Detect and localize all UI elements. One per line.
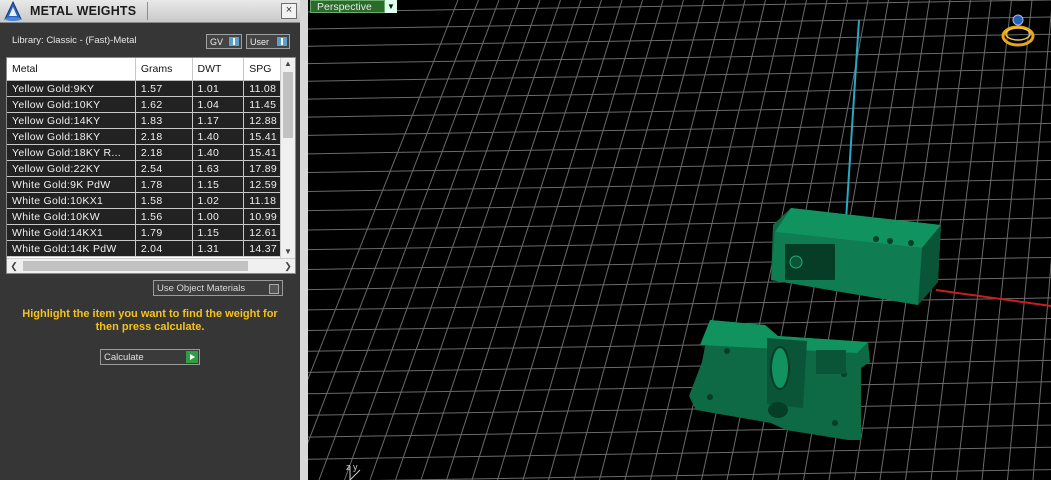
gv-toggle-label: GV bbox=[210, 37, 224, 47]
table-cell: White Gold:14KX1 bbox=[7, 224, 136, 241]
viewport-mode-label: Perspective bbox=[317, 1, 372, 13]
table-header-row: Metal Grams DWT SPG bbox=[7, 58, 295, 81]
panel-title: METAL WEIGHTS bbox=[30, 4, 137, 18]
app-logo-icon bbox=[4, 0, 22, 21]
table-cell: 1.78 bbox=[135, 176, 193, 193]
use-object-materials-label: Use Object Materials bbox=[157, 283, 246, 294]
table-cell: Yellow Gold:10KY bbox=[7, 96, 136, 113]
horizontal-scrollbar[interactable]: ❮ ❯ bbox=[7, 258, 295, 273]
panel-titlebar[interactable]: METAL WEIGHTS × bbox=[0, 0, 300, 23]
panel-splitter[interactable] bbox=[300, 0, 308, 480]
table-cell: Yellow Gold:22KY bbox=[7, 160, 136, 177]
horizontal-scroll-thumb[interactable] bbox=[23, 261, 248, 271]
gv-toggle[interactable]: GV bbox=[206, 34, 242, 49]
table-cell: White Gold:9K PdW bbox=[7, 176, 136, 193]
metal-table[interactable]: Metal Grams DWT SPG Yellow Gold:9KY 1.57 1… bbox=[6, 57, 296, 274]
instruction-text: Highlight the item you want to find the … bbox=[22, 308, 278, 333]
z-axis-line bbox=[845, 19, 860, 221]
table-cell: Yellow Gold:18KY R... bbox=[7, 144, 136, 161]
table-cell: 1.15 bbox=[192, 224, 245, 241]
table-row[interactable]: Yellow Gold:18KY R... 2.18 1.40 15.41 bbox=[7, 144, 295, 161]
table-cell: 1.40 bbox=[192, 144, 245, 161]
metal-grid: Metal Grams DWT SPG Yellow Gold:9KY 1.57 1… bbox=[7, 58, 295, 257]
table-cell: 1.56 bbox=[135, 208, 193, 225]
table-row[interactable]: White Gold:9K PdW 1.78 1.15 12.59 bbox=[7, 176, 295, 193]
table-row[interactable]: Yellow Gold:10KY 1.62 1.04 11.45 bbox=[7, 96, 295, 113]
table-cell: White Gold:10KW bbox=[7, 208, 136, 225]
table-row[interactable]: Yellow Gold:9KY 1.57 1.01 11.08 bbox=[7, 80, 295, 97]
table-cell: 2.18 bbox=[135, 128, 193, 145]
table-cell: White Gold:10KX1 bbox=[7, 192, 136, 209]
table-cell: 1.04 bbox=[192, 96, 245, 113]
calculate-label: Calculate bbox=[104, 352, 144, 363]
table-cell: 1.02 bbox=[192, 192, 245, 209]
table-cell: 2.18 bbox=[135, 144, 193, 161]
user-toggle[interactable]: User bbox=[246, 34, 290, 49]
user-toggle-label: User bbox=[250, 37, 270, 47]
table-cell: 1.63 bbox=[192, 160, 245, 177]
table-row[interactable]: Yellow Gold:18KY 2.18 1.40 15.41 bbox=[7, 128, 295, 145]
table-cell: 1.83 bbox=[135, 112, 193, 129]
scroll-right-icon[interactable]: ❯ bbox=[281, 259, 295, 273]
table-cell: 1.62 bbox=[135, 96, 193, 113]
table-row[interactable]: White Gold:14KX1 1.79 1.15 12.61 bbox=[7, 224, 295, 241]
table-cell: 1.40 bbox=[192, 128, 245, 145]
table-cell: Yellow Gold:18KY bbox=[7, 128, 136, 145]
table-cell: 1.15 bbox=[192, 176, 245, 193]
perspective-viewport[interactable]: Perspective ▼ z y bbox=[308, 0, 1051, 480]
toggle-switch-icon bbox=[229, 37, 239, 46]
table-cell: 2.54 bbox=[135, 160, 193, 177]
table-cell: 1.58 bbox=[135, 192, 193, 209]
column-header-dwt[interactable]: DWT bbox=[192, 58, 245, 81]
table-cell: 2.04 bbox=[135, 240, 193, 257]
close-button[interactable]: × bbox=[281, 3, 297, 19]
dropdown-arrow-icon[interactable]: ▼ bbox=[384, 0, 397, 13]
table-row[interactable]: Yellow Gold:22KY 2.54 1.63 17.89 bbox=[7, 160, 295, 177]
viewport-canvas[interactable] bbox=[308, 0, 1051, 480]
library-label: Library: Classic - (Fast)-Metal bbox=[12, 35, 137, 46]
column-header-grams[interactable]: Grams bbox=[135, 58, 193, 81]
table-cell: 1.17 bbox=[192, 112, 245, 129]
table-row[interactable]: Yellow Gold:14KY 1.83 1.17 12.88 bbox=[7, 112, 295, 129]
play-arrow-icon[interactable] bbox=[186, 351, 198, 363]
ring-icon[interactable] bbox=[998, 10, 1038, 50]
part-upper-block[interactable] bbox=[771, 208, 941, 305]
scroll-left-icon[interactable]: ❮ bbox=[7, 259, 21, 273]
scroll-up-icon[interactable]: ▲ bbox=[281, 58, 295, 70]
vertical-scroll-thumb[interactable] bbox=[283, 72, 293, 138]
title-separator bbox=[147, 2, 148, 20]
table-cell: Yellow Gold:14KY bbox=[7, 112, 136, 129]
use-object-materials-toggle[interactable]: Use Object Materials bbox=[153, 280, 283, 296]
scroll-down-icon[interactable]: ▼ bbox=[281, 246, 295, 258]
part-lower-block[interactable] bbox=[689, 320, 870, 440]
axis-label: z y bbox=[346, 462, 358, 472]
table-row[interactable]: White Gold:10KX1 1.58 1.02 11.18 bbox=[7, 192, 295, 209]
calculate-button[interactable]: Calculate bbox=[100, 349, 200, 365]
table-cell: White Gold:14K PdW bbox=[7, 240, 136, 257]
toggle-switch-icon bbox=[277, 37, 287, 46]
vertical-scrollbar[interactable]: ▲ ▼ bbox=[280, 58, 295, 258]
table-cell: 1.31 bbox=[192, 240, 245, 257]
metal-weights-panel: METAL WEIGHTS × Library: Classic - (Fast… bbox=[0, 0, 300, 480]
table-cell: Yellow Gold:9KY bbox=[7, 80, 136, 97]
column-header-metal[interactable]: Metal bbox=[7, 58, 136, 81]
checkbox-icon[interactable] bbox=[269, 284, 279, 294]
table-row[interactable]: White Gold:10KW 1.56 1.00 10.99 bbox=[7, 208, 295, 225]
table-cell: 1.00 bbox=[192, 208, 245, 225]
table-cell: 1.79 bbox=[135, 224, 193, 241]
table-cell: 1.57 bbox=[135, 80, 193, 97]
table-cell: 1.01 bbox=[192, 80, 245, 97]
table-row[interactable]: White Gold:14K PdW 2.04 1.31 14.37 bbox=[7, 240, 295, 257]
